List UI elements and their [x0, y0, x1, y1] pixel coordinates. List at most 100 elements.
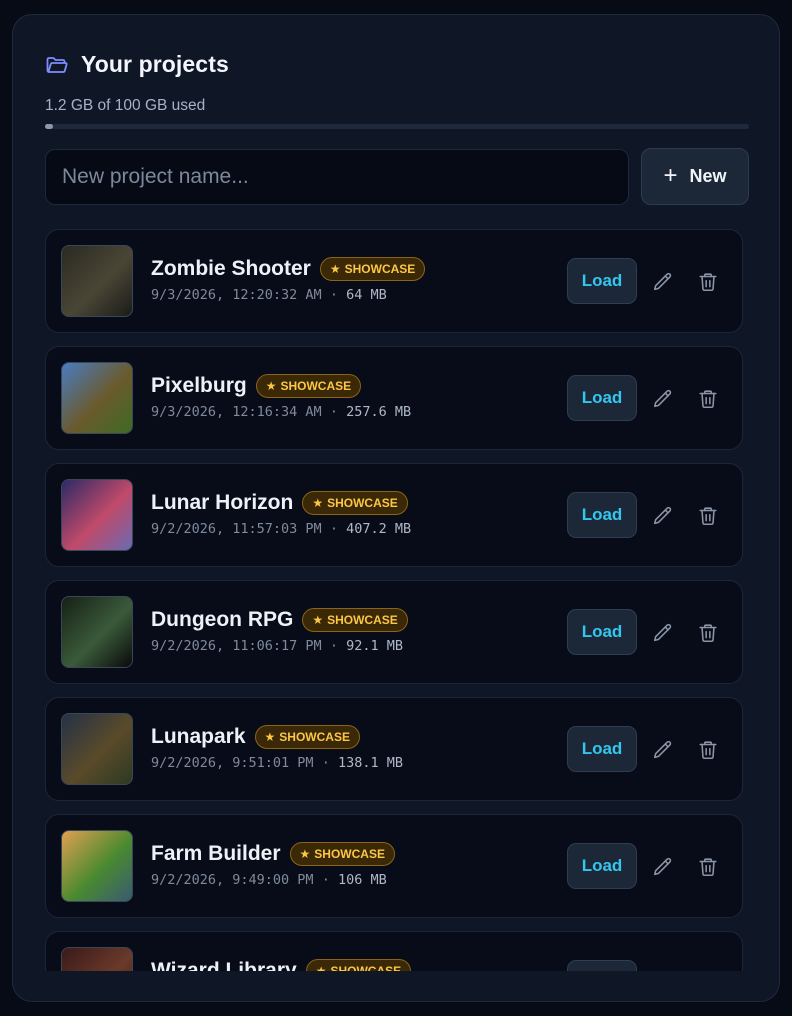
meta-separator: ·	[321, 404, 347, 420]
plus-icon: +	[663, 161, 678, 189]
trash-icon	[699, 273, 717, 292]
project-thumbnail	[61, 830, 133, 902]
folder-icon	[45, 53, 69, 77]
pencil-icon	[653, 506, 672, 525]
project-title-row: Pixelburg ★ SHOWCASE	[151, 374, 362, 398]
page-title: Your projects	[81, 51, 229, 77]
project-size: 407.2 MB	[346, 521, 412, 537]
meta-separator: ·	[313, 755, 338, 771]
project-date: 9/3/2026, 12:20:32 AM	[151, 287, 322, 303]
showcase-badge: ★ SHOWCASE	[289, 842, 395, 866]
storage-usage-fill	[45, 124, 54, 129]
project-card: Lunar Horizon ★ SHOWCASE 9/2/2026, 11:57…	[45, 463, 743, 567]
project-size: 64 MB	[346, 287, 387, 303]
project-thumbnail	[61, 713, 133, 785]
edit-button[interactable]	[651, 504, 675, 528]
project-thumbnail	[61, 479, 133, 551]
delete-button[interactable]	[696, 270, 720, 294]
delete-button[interactable]	[696, 855, 720, 879]
meta-separator: ·	[313, 872, 338, 888]
edit-button[interactable]	[651, 855, 675, 879]
project-thumbnail	[61, 362, 133, 434]
project-name: Dungeon RPG	[151, 608, 294, 631]
project-card: Lunapark ★ SHOWCASE 9/2/2026, 9:51:01 PM…	[45, 697, 743, 801]
project-card: Pixelburg ★ SHOWCASE 9/3/2026, 12:16:34 …	[45, 346, 743, 450]
project-card: Dungeon RPG ★ SHOWCASE 9/2/2026, 11:06:1…	[45, 580, 743, 684]
project-date: 9/2/2026, 9:51:01 PM	[151, 755, 314, 771]
showcase-badge: ★ SHOWCASE	[255, 374, 362, 398]
storage-usage-bar	[45, 124, 749, 129]
star-icon: ★	[315, 964, 327, 971]
project-meta: 9/2/2026, 9:51:01 PM · 138.1 MB	[151, 755, 403, 771]
showcase-badge-label: SHOWCASE	[279, 730, 350, 744]
projects-panel: Your projects 1.2 GB of 100 GB used + Ne…	[12, 14, 780, 1002]
edit-button[interactable]	[651, 387, 675, 411]
delete-button[interactable]	[696, 621, 720, 645]
meta-separator: ·	[321, 638, 347, 654]
project-card: Zombie Shooter ★ SHOWCASE 9/3/2026, 12:2…	[45, 229, 743, 333]
project-thumbnail	[61, 245, 133, 317]
project-thumbnail	[61, 596, 133, 668]
pencil-icon	[653, 623, 672, 642]
project-meta: 9/3/2026, 12:20:32 AM · 64 MB	[151, 287, 387, 303]
load-button[interactable]: Load	[567, 258, 637, 304]
project-meta: 9/2/2026, 11:57:03 PM · 407.2 MB	[151, 521, 411, 537]
showcase-badge-label: SHOWCASE	[280, 379, 352, 393]
load-button[interactable]: Load	[567, 960, 637, 971]
project-thumbnail	[61, 947, 133, 971]
showcase-badge-label: SHOWCASE	[344, 262, 416, 276]
project-size: 92.1 MB	[346, 638, 403, 654]
project-date: 9/2/2026, 11:57:03 PM	[151, 521, 322, 537]
trash-icon	[699, 390, 717, 409]
showcase-badge: ★ SHOWCASE	[302, 608, 408, 632]
project-title-row: Zombie Shooter ★ SHOWCASE	[151, 257, 426, 281]
showcase-badge: ★ SHOWCASE	[302, 491, 408, 515]
trash-icon	[699, 507, 717, 526]
load-button[interactable]: Load	[567, 609, 637, 655]
project-date: 9/3/2026, 12:16:34 AM	[151, 404, 322, 420]
project-name: Pixelburg	[151, 374, 247, 397]
project-title-row: Farm Builder ★ SHOWCASE	[151, 842, 395, 866]
showcase-badge-label: SHOWCASE	[327, 613, 398, 627]
load-button[interactable]: Load	[567, 492, 637, 538]
project-name: Wizard Library	[151, 959, 297, 971]
delete-button[interactable]	[696, 387, 720, 411]
project-title-row: Lunapark ★ SHOWCASE	[151, 725, 360, 749]
project-name: Lunapark	[151, 725, 246, 748]
showcase-badge-label: SHOWCASE	[327, 496, 398, 510]
star-icon: ★	[264, 730, 276, 744]
project-size: 106 MB	[337, 872, 387, 888]
project-meta: 9/2/2026, 11:06:17 PM · 92.1 MB	[151, 638, 403, 654]
meta-separator: ·	[321, 287, 347, 303]
project-meta: 9/2/2026, 9:49:00 PM · 106 MB	[151, 872, 387, 888]
edit-button[interactable]	[651, 621, 675, 645]
showcase-badge: ★ SHOWCASE	[254, 725, 360, 749]
meta-separator: ·	[321, 521, 347, 537]
star-icon: ★	[312, 496, 324, 510]
project-list: Zombie Shooter ★ SHOWCASE 9/3/2026, 12:2…	[45, 229, 743, 971]
trash-icon	[699, 624, 717, 643]
project-size: 257.6 MB	[346, 404, 412, 420]
showcase-badge: ★ SHOWCASE	[319, 257, 426, 281]
edit-button[interactable]	[651, 738, 675, 762]
delete-button[interactable]	[696, 504, 720, 528]
load-button[interactable]: Load	[567, 375, 637, 421]
showcase-badge-label: SHOWCASE	[330, 964, 402, 971]
project-name: Zombie Shooter	[151, 257, 311, 280]
project-name: Lunar Horizon	[151, 491, 294, 514]
star-icon: ★	[299, 847, 311, 861]
load-button[interactable]: Load	[567, 726, 637, 772]
project-title-row: Dungeon RPG ★ SHOWCASE	[151, 608, 408, 632]
project-meta: 9/3/2026, 12:16:34 AM · 257.6 MB	[151, 404, 411, 420]
new-project-name-input[interactable]	[45, 149, 629, 205]
panel-header: Your projects	[45, 51, 229, 78]
project-card: Wizard Library ★ SHOWCASE Load	[45, 931, 743, 971]
star-icon: ★	[312, 613, 324, 627]
delete-button[interactable]	[696, 738, 720, 762]
edit-button[interactable]	[651, 270, 675, 294]
project-date: 9/2/2026, 9:49:00 PM	[151, 872, 314, 888]
new-project-button[interactable]: + New	[641, 148, 749, 205]
project-card: Farm Builder ★ SHOWCASE 9/2/2026, 9:49:0…	[45, 814, 743, 918]
load-button[interactable]: Load	[567, 843, 637, 889]
project-title-row: Wizard Library ★ SHOWCASE	[151, 959, 412, 971]
